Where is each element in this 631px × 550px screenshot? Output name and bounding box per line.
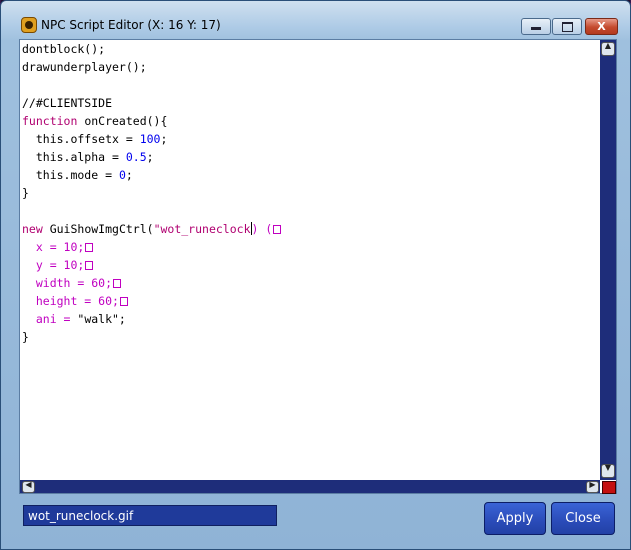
code-area[interactable]: dontblock(); drawunderplayer(); //#CLIENTS…: [22, 40, 600, 480]
code-token: ani =: [22, 312, 78, 326]
code-token: y = 10;: [22, 258, 85, 272]
code-token: 0: [118, 168, 126, 182]
code-token: function: [22, 114, 78, 128]
chevron-left-icon: ◀: [25, 480, 32, 489]
chevron-down-icon: ▼: [604, 463, 612, 472]
vertical-scrollbar[interactable]: ▲ ▼: [600, 40, 616, 480]
window-title: NPC Script Editor (X: 16 Y: 17): [41, 18, 221, 32]
unknown-char-box: [85, 261, 94, 270]
unknown-char-box: [113, 279, 122, 288]
code-token: height = 60;: [22, 294, 119, 308]
code-line: y = 10;: [22, 256, 94, 274]
minimize-icon: [531, 27, 541, 30]
code-line: this.mode = 0;: [22, 166, 133, 184]
code-line: this.alpha = 0.5;: [22, 148, 154, 166]
code-token: x = 10;: [22, 240, 85, 254]
chevron-up-icon: ▲: [604, 41, 612, 50]
code-line: //#CLIENTSIDE: [22, 94, 112, 112]
chevron-right-icon: ▶: [589, 480, 596, 489]
code-line: new GuiShowImgCtrl("wot_runeclock) (: [22, 220, 282, 238]
close-icon: X: [597, 20, 606, 33]
maximize-icon: [561, 22, 573, 32]
code-token: this.mode =: [22, 168, 119, 182]
code-token: width = 60;: [22, 276, 113, 290]
app-icon: [21, 17, 37, 33]
code-line: drawunderplayer();: [22, 58, 147, 76]
code-token: 0.5: [125, 150, 147, 164]
title-bar[interactable]: NPC Script Editor (X: 16 Y: 17) X: [1, 1, 630, 35]
code-token: ;: [160, 132, 168, 146]
code-token: ;: [146, 150, 154, 164]
code-token: GuiShowImgCtrl(: [42, 222, 154, 236]
code-token: this.alpha =: [22, 150, 126, 164]
unknown-char-box: [119, 297, 128, 306]
scroll-down-button[interactable]: ▼: [601, 463, 615, 478]
script-editor[interactable]: dontblock(); drawunderplayer(); //#CLIENTS…: [19, 39, 617, 494]
code-line: height = 60;: [22, 292, 128, 310]
code-line: width = 60;: [22, 274, 122, 292]
scrollbar-corner: [602, 481, 616, 494]
code-line: function onCreated(){: [22, 112, 167, 130]
horizontal-scrollbar[interactable]: ◀ ▶: [20, 480, 600, 493]
unknown-char-box: [85, 243, 94, 252]
close-button[interactable]: Close: [551, 502, 615, 535]
code-line: ani = "walk";: [22, 310, 126, 328]
scroll-up-button[interactable]: ▲: [601, 41, 615, 56]
close-window-button[interactable]: X: [585, 18, 618, 35]
code-line: dontblock();: [22, 40, 105, 58]
npc-script-editor-window: NPC Script Editor (X: 16 Y: 17) X dontbl…: [0, 0, 631, 550]
code-token: 100: [139, 132, 161, 146]
maximize-button[interactable]: [552, 18, 582, 35]
code-token: dontblock();: [22, 42, 106, 56]
code-line: }: [22, 184, 29, 202]
code-token: "wot_runeclock: [153, 222, 251, 236]
filename-field[interactable]: wot_runeclock.gif: [23, 505, 277, 526]
code-token: ) (: [251, 222, 273, 236]
code-token: onCreated(){: [77, 114, 168, 128]
code-token: this.offsetx =: [22, 132, 140, 146]
code-token: //#CLIENTSIDE: [22, 96, 113, 110]
unknown-char-box: [273, 225, 282, 234]
code-line: x = 10;: [22, 238, 94, 256]
apply-button[interactable]: Apply: [484, 502, 546, 535]
scroll-left-button[interactable]: ◀: [22, 480, 35, 493]
code-token: drawunderplayer();: [22, 60, 147, 74]
code-line: }: [22, 328, 29, 346]
code-token: new: [22, 222, 43, 236]
scroll-right-button[interactable]: ▶: [586, 480, 599, 493]
minimize-button[interactable]: [521, 18, 551, 35]
code-line: this.offsetx = 100;: [22, 130, 168, 148]
code-token: }: [22, 330, 29, 344]
code-token: ;: [125, 168, 133, 182]
code-token: }: [22, 186, 29, 200]
code-token: "walk";: [77, 312, 126, 326]
